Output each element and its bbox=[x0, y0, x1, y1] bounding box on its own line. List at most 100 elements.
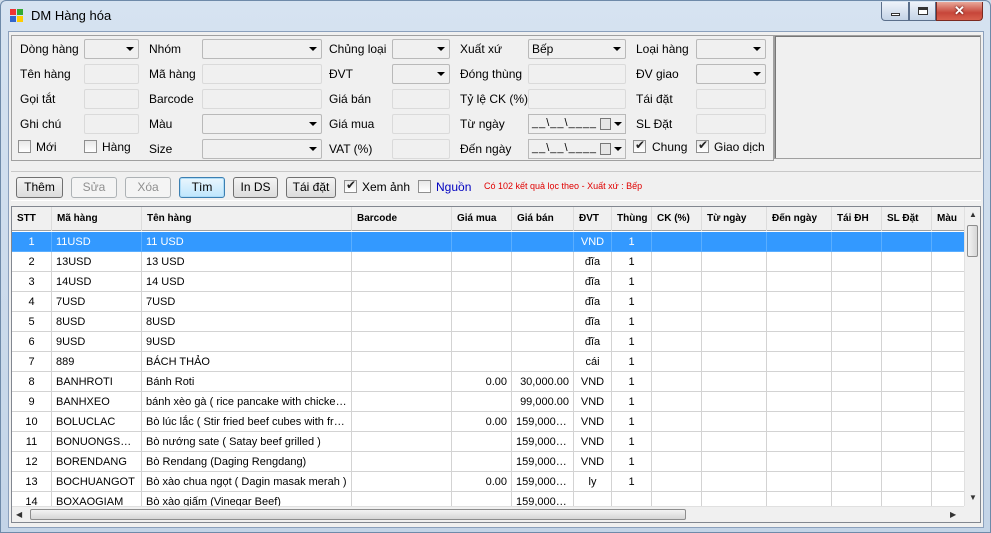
table-cell[interactable]: 10 bbox=[12, 412, 52, 432]
table-cell[interactable]: 13 bbox=[12, 472, 52, 492]
column-header[interactable]: ĐVT bbox=[574, 207, 612, 231]
table-cell[interactable] bbox=[767, 452, 832, 472]
dvt-combo[interactable] bbox=[392, 64, 450, 84]
table-cell[interactable] bbox=[702, 292, 767, 312]
table-cell[interactable]: đĩa bbox=[574, 272, 612, 292]
table-cell[interactable] bbox=[512, 332, 574, 352]
nguon-checkbox[interactable] bbox=[418, 180, 431, 193]
table-cell[interactable]: 8USD bbox=[52, 312, 142, 332]
table-cell[interactable]: cái bbox=[574, 352, 612, 372]
table-cell[interactable] bbox=[882, 232, 932, 252]
table-cell[interactable] bbox=[452, 392, 512, 412]
table-cell[interactable] bbox=[932, 292, 964, 312]
table-cell[interactable] bbox=[767, 252, 832, 272]
table-cell[interactable] bbox=[767, 312, 832, 332]
table-cell[interactable]: 1 bbox=[12, 232, 52, 252]
table-row[interactable]: 8 BANHROTI Bánh Roti 0.00 30,000.00 VND 1 bbox=[12, 372, 964, 392]
table-cell[interactable]: BÁCH THẢO bbox=[142, 352, 352, 372]
tim-button[interactable]: Tìm bbox=[179, 177, 225, 198]
table-cell[interactable]: BANHROTI bbox=[52, 372, 142, 392]
xoa-button[interactable]: Xóa bbox=[125, 177, 171, 198]
table-cell[interactable] bbox=[832, 372, 882, 392]
maximize-button[interactable] bbox=[909, 2, 936, 21]
table-cell[interactable] bbox=[352, 492, 452, 506]
table-cell[interactable] bbox=[882, 292, 932, 312]
table-cell[interactable] bbox=[702, 332, 767, 352]
chung-loai-combo[interactable] bbox=[392, 39, 450, 59]
column-header[interactable]: Mã hàng bbox=[52, 207, 142, 231]
table-cell[interactable]: 0.00 bbox=[452, 372, 512, 392]
table-cell[interactable] bbox=[702, 372, 767, 392]
table-cell[interactable] bbox=[882, 272, 932, 292]
table-cell[interactable] bbox=[832, 452, 882, 472]
table-cell[interactable] bbox=[352, 252, 452, 272]
table-cell[interactable]: BOLUCLAC bbox=[52, 412, 142, 432]
column-header[interactable]: SL Đặt bbox=[882, 207, 932, 231]
table-cell[interactable]: đĩa bbox=[574, 292, 612, 312]
table-cell[interactable]: Bò lúc lắc ( Stir fried beef cubes with … bbox=[142, 412, 352, 432]
scroll-right-icon[interactable]: ▶ bbox=[950, 510, 956, 519]
table-cell[interactable]: đĩa bbox=[574, 332, 612, 352]
table-cell[interactable] bbox=[512, 232, 574, 252]
table-cell[interactable]: VND bbox=[574, 392, 612, 412]
table-cell[interactable]: 5 bbox=[12, 312, 52, 332]
ghi-chu-input[interactable] bbox=[84, 114, 139, 134]
table-cell[interactable] bbox=[767, 392, 832, 412]
table-cell[interactable] bbox=[767, 432, 832, 452]
table-cell[interactable] bbox=[652, 412, 702, 432]
table-cell[interactable]: 7USD bbox=[142, 292, 352, 312]
table-cell[interactable]: 1 bbox=[612, 232, 652, 252]
vertical-scroll-thumb[interactable] bbox=[967, 225, 978, 257]
column-header[interactable]: Đến ngày bbox=[767, 207, 832, 231]
table-cell[interactable] bbox=[512, 292, 574, 312]
table-cell[interactable]: 1 bbox=[612, 252, 652, 272]
table-cell[interactable] bbox=[832, 412, 882, 432]
tai-dat-button[interactable]: Tái đặt bbox=[286, 177, 336, 198]
scroll-down-icon[interactable]: ▼ bbox=[969, 493, 977, 502]
table-cell[interactable] bbox=[932, 232, 964, 252]
table-cell[interactable]: 6 bbox=[12, 332, 52, 352]
table-cell[interactable] bbox=[932, 472, 964, 492]
hang-checkbox[interactable] bbox=[84, 140, 97, 153]
in-ds-button[interactable]: In DS bbox=[233, 177, 278, 198]
table-cell[interactable] bbox=[652, 372, 702, 392]
table-cell[interactable]: 1 bbox=[612, 352, 652, 372]
tai-dat-input[interactable] bbox=[696, 89, 766, 109]
table-cell[interactable]: Bò nướng sate ( Satay beef grilled ) bbox=[142, 432, 352, 452]
column-header[interactable]: Tên hàng bbox=[142, 207, 352, 231]
table-cell[interactable] bbox=[932, 372, 964, 392]
table-cell[interactable]: 159,000.00 bbox=[512, 412, 574, 432]
table-cell[interactable] bbox=[932, 392, 964, 412]
table-cell[interactable]: 1 bbox=[612, 472, 652, 492]
table-cell[interactable]: 889 bbox=[52, 352, 142, 372]
table-cell[interactable]: Bò xào chua ngọt ( Dagin masak merah ) bbox=[142, 472, 352, 492]
table-cell[interactable] bbox=[932, 492, 964, 506]
table-cell[interactable] bbox=[352, 412, 452, 432]
table-cell[interactable]: 14 bbox=[12, 492, 52, 506]
table-cell[interactable] bbox=[452, 252, 512, 272]
table-row[interactable]: 5 8USD 8USD đĩa 1 bbox=[12, 312, 964, 332]
table-cell[interactable] bbox=[832, 312, 882, 332]
table-cell[interactable] bbox=[702, 252, 767, 272]
size-combo[interactable] bbox=[202, 139, 322, 159]
ma-hang-input[interactable] bbox=[202, 64, 322, 84]
table-row[interactable]: 6 9USD 9USD đĩa 1 bbox=[12, 332, 964, 352]
table-cell[interactable] bbox=[352, 452, 452, 472]
table-cell[interactable]: Bánh Roti bbox=[142, 372, 352, 392]
table-cell[interactable] bbox=[702, 352, 767, 372]
table-cell[interactable] bbox=[452, 452, 512, 472]
table-cell[interactable]: 8USD bbox=[142, 312, 352, 332]
table-cell[interactable]: BONUONGSATE bbox=[52, 432, 142, 452]
ten-hang-input[interactable] bbox=[84, 64, 139, 84]
table-cell[interactable] bbox=[652, 332, 702, 352]
table-cell[interactable] bbox=[652, 452, 702, 472]
table-cell[interactable]: 159,000.00 bbox=[512, 492, 574, 506]
table-cell[interactable]: 1 bbox=[612, 412, 652, 432]
table-cell[interactable] bbox=[452, 492, 512, 506]
table-cell[interactable] bbox=[652, 312, 702, 332]
table-cell[interactable] bbox=[352, 332, 452, 352]
table-cell[interactable] bbox=[652, 352, 702, 372]
them-button[interactable]: Thêm bbox=[16, 177, 63, 198]
table-cell[interactable] bbox=[652, 232, 702, 252]
table-cell[interactable] bbox=[882, 412, 932, 432]
